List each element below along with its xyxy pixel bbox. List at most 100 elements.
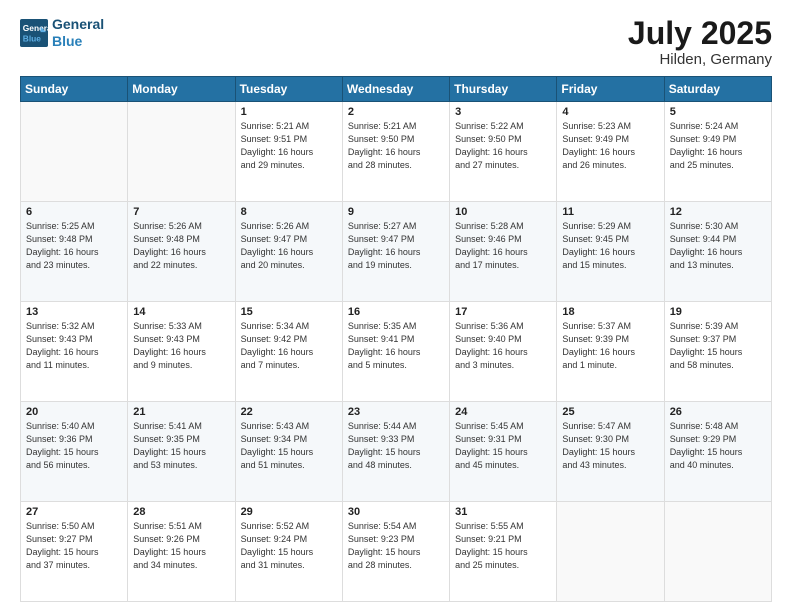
cell-content: Sunrise: 5:29 AM Sunset: 9:45 PM Dayligh… <box>562 220 658 272</box>
calendar-cell: 21Sunrise: 5:41 AM Sunset: 9:35 PM Dayli… <box>128 402 235 502</box>
calendar-cell: 3 Sunrise: 5:22 AM Sunset: 9:50 PM Daylig… <box>450 102 557 202</box>
day-header-wednesday: Wednesday <box>342 77 449 102</box>
day-number: 29 <box>241 506 337 518</box>
cell-content: Sunrise: 5:21 AM Sunset: 9:51 PM Dayligh… <box>241 120 337 172</box>
calendar-cell: 4 Sunrise: 5:23 AM Sunset: 9:49 PM Daylig… <box>557 102 664 202</box>
cell-content: Sunrise: 5:25 AM Sunset: 9:48 PM Dayligh… <box>26 220 122 272</box>
cell-content: Sunrise: 5:32 AM Sunset: 9:43 PM Dayligh… <box>26 320 122 372</box>
calendar-cell <box>21 102 128 202</box>
day-number: 6 <box>26 206 122 218</box>
calendar-cell: 23Sunrise: 5:44 AM Sunset: 9:33 PM Dayli… <box>342 402 449 502</box>
calendar-cell: 13 Sunrise: 5:32 AM Sunset: 9:43 PM Dayli… <box>21 302 128 402</box>
cell-content: Sunrise: 5:52 AM Sunset: 9:24 PM Dayligh… <box>241 520 337 572</box>
calendar-cell: 14 Sunrise: 5:33 AM Sunset: 9:43 PM Dayli… <box>128 302 235 402</box>
day-number: 21 <box>133 406 229 418</box>
calendar-cell: 12Sunrise: 5:30 AM Sunset: 9:44 PM Dayli… <box>664 202 771 302</box>
day-header-friday: Friday <box>557 77 664 102</box>
cell-content: Sunrise: 5:36 AM Sunset: 9:40 PM Dayligh… <box>455 320 551 372</box>
cell-content: Sunrise: 5:37 AM Sunset: 9:39 PM Dayligh… <box>562 320 658 372</box>
day-number: 20 <box>26 406 122 418</box>
day-number: 26 <box>670 406 766 418</box>
day-number: 13 <box>26 306 122 318</box>
day-number: 19 <box>670 306 766 318</box>
calendar-cell: 27 Sunrise: 5:50 AM Sunset: 9:27 PM Dayli… <box>21 502 128 602</box>
day-number: 9 <box>348 206 444 218</box>
day-number: 31 <box>455 506 551 518</box>
calendar-cell: 19 Sunrise: 5:39 AM Sunset: 9:37 PM Dayli… <box>664 302 771 402</box>
calendar-cell: 10 Sunrise: 5:28 AM Sunset: 9:46 PM Dayli… <box>450 202 557 302</box>
calendar-cell: 26 Sunrise: 5:48 AM Sunset: 9:29 PM Dayli… <box>664 402 771 502</box>
cell-content: Sunrise: 5:26 AM Sunset: 9:48 PM Dayligh… <box>133 220 229 272</box>
month-year: July 2025 <box>628 16 772 51</box>
day-number: 8 <box>241 206 337 218</box>
day-number: 7 <box>133 206 229 218</box>
day-number: 10 <box>455 206 551 218</box>
day-number: 30 <box>348 506 444 518</box>
cell-content: Sunrise: 5:34 AM Sunset: 9:42 PM Dayligh… <box>241 320 337 372</box>
cell-content: Sunrise: 5:26 AM Sunset: 9:47 PM Dayligh… <box>241 220 337 272</box>
day-number: 25 <box>562 406 658 418</box>
day-header-monday: Monday <box>128 77 235 102</box>
day-number: 18 <box>562 306 658 318</box>
day-number: 2 <box>348 106 444 118</box>
day-number: 27 <box>26 506 122 518</box>
calendar-week-3: 13 Sunrise: 5:32 AM Sunset: 9:43 PM Dayli… <box>21 302 772 402</box>
calendar-cell <box>128 102 235 202</box>
day-header-tuesday: Tuesday <box>235 77 342 102</box>
day-number: 11 <box>562 206 658 218</box>
calendar-cell: 6 Sunrise: 5:25 AM Sunset: 9:48 PM Daylig… <box>21 202 128 302</box>
cell-content: Sunrise: 5:22 AM Sunset: 9:50 PM Dayligh… <box>455 120 551 172</box>
day-number: 28 <box>133 506 229 518</box>
calendar-cell: 2 Sunrise: 5:21 AM Sunset: 9:50 PM Daylig… <box>342 102 449 202</box>
cell-content: Sunrise: 5:33 AM Sunset: 9:43 PM Dayligh… <box>133 320 229 372</box>
calendar-cell: 17 Sunrise: 5:36 AM Sunset: 9:40 PM Dayli… <box>450 302 557 402</box>
cell-content: Sunrise: 5:35 AM Sunset: 9:41 PM Dayligh… <box>348 320 444 372</box>
location: Hilden, Germany <box>628 51 772 68</box>
calendar-cell: 18 Sunrise: 5:37 AM Sunset: 9:39 PM Dayli… <box>557 302 664 402</box>
day-number: 5 <box>670 106 766 118</box>
day-number: 17 <box>455 306 551 318</box>
day-header-saturday: Saturday <box>664 77 771 102</box>
calendar-cell: 1Sunrise: 5:21 AM Sunset: 9:51 PM Daylig… <box>235 102 342 202</box>
day-number: 16 <box>348 306 444 318</box>
logo-icon: General Blue <box>20 19 48 47</box>
day-number: 14 <box>133 306 229 318</box>
logo: General Blue General Blue <box>20 16 104 50</box>
cell-content: Sunrise: 5:45 AM Sunset: 9:31 PM Dayligh… <box>455 420 551 472</box>
cell-content: Sunrise: 5:47 AM Sunset: 9:30 PM Dayligh… <box>562 420 658 472</box>
title-block: July 2025 Hilden, Germany <box>628 16 772 68</box>
calendar-cell: 7 Sunrise: 5:26 AM Sunset: 9:48 PM Daylig… <box>128 202 235 302</box>
calendar-cell: 24 Sunrise: 5:45 AM Sunset: 9:31 PM Dayli… <box>450 402 557 502</box>
cell-content: Sunrise: 5:48 AM Sunset: 9:29 PM Dayligh… <box>670 420 766 472</box>
cell-content: Sunrise: 5:27 AM Sunset: 9:47 PM Dayligh… <box>348 220 444 272</box>
cell-content: Sunrise: 5:39 AM Sunset: 9:37 PM Dayligh… <box>670 320 766 372</box>
day-number: 22 <box>241 406 337 418</box>
cell-content: Sunrise: 5:50 AM Sunset: 9:27 PM Dayligh… <box>26 520 122 572</box>
calendar-cell: 30Sunrise: 5:54 AM Sunset: 9:23 PM Dayli… <box>342 502 449 602</box>
calendar-cell: 9 Sunrise: 5:27 AM Sunset: 9:47 PM Daylig… <box>342 202 449 302</box>
calendar-cell: 8 Sunrise: 5:26 AM Sunset: 9:47 PM Daylig… <box>235 202 342 302</box>
day-number: 24 <box>455 406 551 418</box>
calendar-cell: 15 Sunrise: 5:34 AM Sunset: 9:42 PM Dayli… <box>235 302 342 402</box>
calendar-cell <box>664 502 771 602</box>
calendar-week-2: 6 Sunrise: 5:25 AM Sunset: 9:48 PM Daylig… <box>21 202 772 302</box>
calendar-cell: 5 Sunrise: 5:24 AM Sunset: 9:49 PM Daylig… <box>664 102 771 202</box>
day-number: 12 <box>670 206 766 218</box>
cell-content: Sunrise: 5:24 AM Sunset: 9:49 PM Dayligh… <box>670 120 766 172</box>
logo-text: General Blue <box>52 16 104 50</box>
calendar-cell: 16 Sunrise: 5:35 AM Sunset: 9:41 PM Dayli… <box>342 302 449 402</box>
calendar-cell: 20Sunrise: 5:40 AM Sunset: 9:36 PM Dayli… <box>21 402 128 502</box>
svg-text:Blue: Blue <box>23 33 41 43</box>
cell-content: Sunrise: 5:43 AM Sunset: 9:34 PM Dayligh… <box>241 420 337 472</box>
calendar-week-5: 27 Sunrise: 5:50 AM Sunset: 9:27 PM Dayli… <box>21 502 772 602</box>
calendar-week-1: 1Sunrise: 5:21 AM Sunset: 9:51 PM Daylig… <box>21 102 772 202</box>
day-number: 15 <box>241 306 337 318</box>
calendar-cell <box>557 502 664 602</box>
day-number: 4 <box>562 106 658 118</box>
day-number: 3 <box>455 106 551 118</box>
cell-content: Sunrise: 5:55 AM Sunset: 9:21 PM Dayligh… <box>455 520 551 572</box>
cell-content: Sunrise: 5:21 AM Sunset: 9:50 PM Dayligh… <box>348 120 444 172</box>
cell-content: Sunrise: 5:23 AM Sunset: 9:49 PM Dayligh… <box>562 120 658 172</box>
calendar-week-4: 20Sunrise: 5:40 AM Sunset: 9:36 PM Dayli… <box>21 402 772 502</box>
cell-content: Sunrise: 5:28 AM Sunset: 9:46 PM Dayligh… <box>455 220 551 272</box>
